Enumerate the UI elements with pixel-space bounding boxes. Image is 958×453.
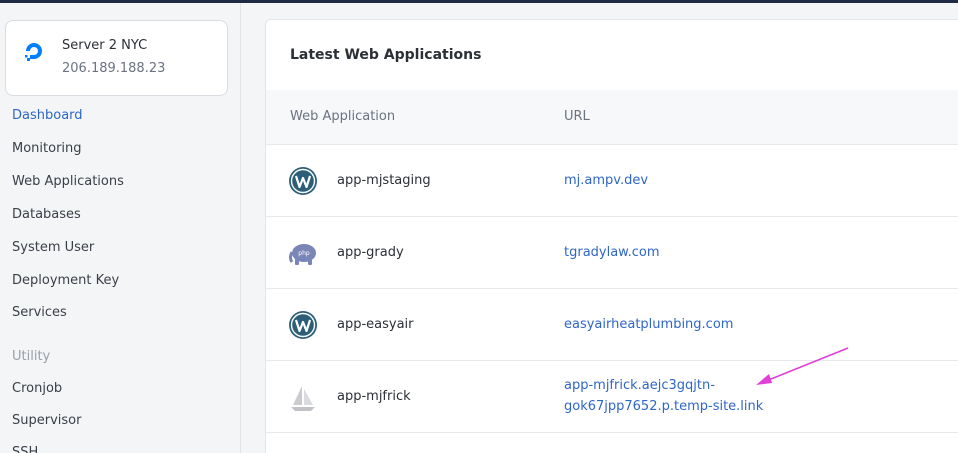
sidebar-item-web-applications[interactable]: Web Applications xyxy=(12,174,124,189)
sidebar: Server 2 NYC 206.189.188.23 Dashboard Mo… xyxy=(0,3,241,453)
panel-title: Latest Web Applications xyxy=(290,47,482,63)
sidebar-item-supervisor[interactable]: Supervisor xyxy=(12,413,81,428)
svg-text:php: php xyxy=(298,250,310,257)
column-header-url: URL xyxy=(564,109,590,124)
server-name: Server 2 NYC xyxy=(62,38,148,53)
table-row: php app-grady tgradylaw.com xyxy=(266,217,958,289)
table-row: app-mjstaging mj.ampv.dev xyxy=(266,145,958,217)
php-icon: php xyxy=(289,244,316,265)
app-url-link[interactable]: tgradylaw.com xyxy=(564,242,660,263)
app-name[interactable]: app-mjstaging xyxy=(337,173,431,188)
wordpress-icon xyxy=(289,311,317,339)
app-url-link[interactable]: app-mjfrick.aejc3gqjtn- gok67jpp7652.p.t… xyxy=(564,375,763,417)
sail-icon xyxy=(291,386,315,411)
sidebar-item-monitoring[interactable]: Monitoring xyxy=(12,141,82,156)
server-ip: 206.189.188.23 xyxy=(62,61,166,76)
sidebar-item-databases[interactable]: Databases xyxy=(12,207,81,222)
app-name[interactable]: app-easyair xyxy=(337,317,414,332)
digitalocean-icon xyxy=(25,43,42,61)
annotation-arrow xyxy=(756,347,849,385)
server-card[interactable]: Server 2 NYC 206.189.188.23 xyxy=(5,20,228,96)
app-name[interactable]: app-grady xyxy=(337,245,404,260)
sidebar-item-system-user[interactable]: System User xyxy=(12,240,94,255)
sidebar-item-ssh[interactable]: SSH xyxy=(12,445,38,453)
app-url-link[interactable]: easyairheatplumbing.com xyxy=(564,314,733,335)
divider xyxy=(266,432,958,433)
app-url-line: app-mjfrick.aejc3gqjtn- xyxy=(564,378,715,393)
app-url-line: gok67jpp7652.p.temp-site.link xyxy=(564,399,764,414)
sidebar-section-utility: Utility xyxy=(12,349,51,364)
app-name[interactable]: app-mjfrick xyxy=(337,389,411,404)
column-header-web-application: Web Application xyxy=(290,109,396,124)
sidebar-item-dashboard[interactable]: Dashboard xyxy=(12,108,83,123)
wordpress-icon xyxy=(289,167,317,195)
sidebar-item-deployment-key[interactable]: Deployment Key xyxy=(12,273,119,288)
table-header: Web Application URL xyxy=(266,90,958,144)
sidebar-item-services[interactable]: Services xyxy=(12,305,67,320)
sidebar-item-cronjob[interactable]: Cronjob xyxy=(12,381,62,396)
app-url-link[interactable]: mj.ampv.dev xyxy=(564,170,648,191)
